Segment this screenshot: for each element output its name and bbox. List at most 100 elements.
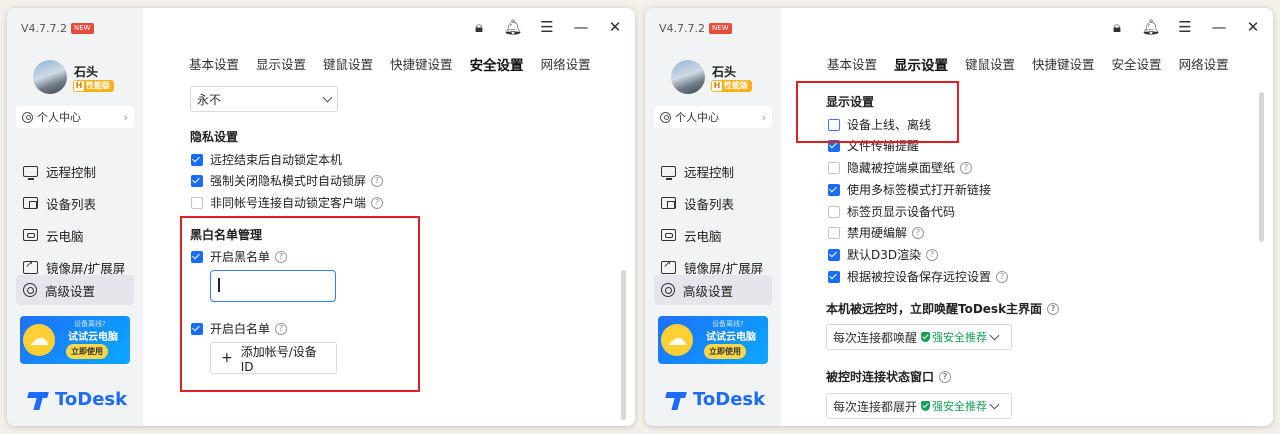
scrollbar[interactable] xyxy=(621,270,626,420)
nav-label: 云电脑 xyxy=(46,228,84,244)
tab-basic[interactable]: 基本设置 xyxy=(189,54,239,74)
tab-basic[interactable]: 基本设置 xyxy=(827,54,877,74)
bell-icon[interactable]: 🔔︎ xyxy=(503,18,523,36)
nav-cloud-pc[interactable]: 云电脑 xyxy=(654,220,772,250)
checkbox-unchecked[interactable] xyxy=(191,196,203,209)
wake-title: 本机被远控时，立即唤醒ToDesk主界面 xyxy=(826,302,1043,316)
checkbox-multi-tab[interactable]: 使用多标签模式打开新链接 xyxy=(828,181,991,198)
nav-advanced-settings[interactable]: 高级设置 xyxy=(654,275,772,305)
tab-display[interactable]: 显示设置 xyxy=(256,54,306,74)
checkbox-d3d-render[interactable]: 默认D3D渲染? xyxy=(828,246,939,263)
help-icon[interactable]: ? xyxy=(371,174,384,187)
tab-security[interactable]: 安全设置 xyxy=(1112,54,1162,74)
scrollbar[interactable] xyxy=(1259,92,1264,242)
status-window-select[interactable]: 每次连接都展开 强安全推荐 xyxy=(826,393,1012,419)
checkbox-lock-on-privacy-off[interactable]: 强制关闭隐私模式时自动锁屏? xyxy=(191,172,384,189)
checkbox-checked[interactable] xyxy=(828,248,840,261)
tab-display[interactable]: 显示设置 xyxy=(894,54,948,74)
minimize-icon[interactable]: — xyxy=(571,18,591,36)
checkbox-label: 标签页显示设备代码 xyxy=(847,205,956,219)
plan-badge: H 性能版 xyxy=(73,80,114,92)
help-icon[interactable]: ? xyxy=(1047,302,1060,315)
tab-network[interactable]: 网络设置 xyxy=(541,54,591,74)
cloud-pc-ad-banner[interactable]: 设备离线? 试试云电脑 立即使用 xyxy=(20,316,130,364)
ad-line2: 试试云电脑 xyxy=(706,332,756,343)
lock-icon[interactable]: 🔒︎ xyxy=(1107,18,1127,36)
ad-use-now-button[interactable]: 立即使用 xyxy=(66,344,108,359)
checkbox-unchecked[interactable] xyxy=(828,205,840,218)
plan-badge: H 性能版 xyxy=(711,80,752,92)
nav-device-list[interactable]: 设备列表 xyxy=(654,188,772,218)
personal-center-label: 个人中心 xyxy=(37,111,81,124)
tab-shortcuts[interactable]: 快捷键设置 xyxy=(1032,54,1095,74)
checkbox-checked[interactable] xyxy=(828,270,840,283)
sidebar: V4.7.7.2 NEW 石头 H 性能版 个人中心 › 远程控制 设备列表 云… xyxy=(645,8,781,426)
tab-keyboard-mouse[interactable]: 键鼠设置 xyxy=(965,54,1015,74)
minimize-icon[interactable]: — xyxy=(1209,18,1229,36)
help-icon[interactable]: ? xyxy=(960,161,973,174)
avatar[interactable] xyxy=(671,60,705,94)
plan-badge-h: H xyxy=(712,81,722,91)
checkbox-lock-after-remote[interactable]: 远控结束后自动锁定本机 xyxy=(191,151,342,168)
cloud-icon xyxy=(23,324,55,356)
checkbox-label: 非同帐号连接自动锁定客户端 xyxy=(210,196,367,210)
tab-network[interactable]: 网络设置 xyxy=(1179,54,1229,74)
tab-security[interactable]: 安全设置 xyxy=(470,54,524,74)
cloud-icon xyxy=(661,324,693,356)
checkbox-checked[interactable] xyxy=(191,153,203,166)
monitor-icon xyxy=(661,165,676,180)
nav-remote-control[interactable]: 远程控制 xyxy=(16,156,134,186)
settings-content: 🔒︎ 🔔︎ ☰ — ✕ 基本设置 显示设置 键鼠设置 快捷键设置 安全设置 网络… xyxy=(781,8,1273,426)
help-icon[interactable]: ? xyxy=(939,370,952,383)
settings-content: 🔒︎ 🔔︎ ☰ — ✕ 基本设置 显示设置 键鼠设置 快捷键设置 安全设置 网络… xyxy=(143,8,635,426)
personal-center-button[interactable]: 个人中心 › xyxy=(16,106,134,128)
tab-shortcuts[interactable]: 快捷键设置 xyxy=(390,54,453,74)
checkbox-disable-hw-decode[interactable]: 禁用硬编解? xyxy=(828,224,925,241)
nav-advanced-settings[interactable]: 高级设置 xyxy=(16,275,134,305)
tab-keyboard-mouse[interactable]: 键鼠设置 xyxy=(323,54,373,74)
help-icon[interactable]: ? xyxy=(912,226,925,239)
nav-label: 设备列表 xyxy=(46,196,97,212)
checkbox-label: 远控结束后自动锁定本机 xyxy=(210,153,343,167)
todesk-logo-icon xyxy=(28,390,50,410)
checkbox-hide-wallpaper[interactable]: 隐藏被控端桌面壁纸? xyxy=(828,159,973,176)
version-text: V4.7.7.2 xyxy=(659,22,706,35)
personal-center-button[interactable]: 个人中心 › xyxy=(654,106,772,128)
window-controls: 🔒︎ 🔔︎ ☰ — ✕ xyxy=(469,18,625,36)
settings-window-security: V4.7.7.2 NEW 石头 H 性能版 个人中心 › 远程控制 设备列表 云… xyxy=(7,8,635,426)
checkbox-checked[interactable] xyxy=(828,183,840,196)
bell-icon[interactable]: 🔔︎ xyxy=(1141,18,1161,36)
checkbox-save-remote-settings[interactable]: 根据被控设备保存远控设置? xyxy=(828,268,1009,285)
cloud-pc-ad-banner[interactable]: 设备离线? 试试云电脑 立即使用 xyxy=(658,316,768,364)
user-name: 石头 xyxy=(712,65,737,79)
wake-select[interactable]: 每次连接都唤醒 强安全推荐 xyxy=(826,324,1012,350)
lock-icon[interactable]: 🔒︎ xyxy=(469,18,489,36)
help-icon[interactable]: ? xyxy=(371,196,384,209)
nav-device-list[interactable]: 设备列表 xyxy=(16,188,134,218)
nav-cloud-pc[interactable]: 云电脑 xyxy=(16,220,134,250)
chevron-right-icon: › xyxy=(123,110,128,124)
checkbox-checked[interactable] xyxy=(191,174,203,187)
close-icon[interactable]: ✕ xyxy=(605,18,625,36)
checkbox-unchecked[interactable] xyxy=(828,161,840,174)
wake-select-value: 每次连接都唤醒 xyxy=(833,330,918,345)
menu-icon[interactable]: ☰ xyxy=(537,18,557,36)
recommend-tag: 强安全推荐 xyxy=(921,398,987,414)
menu-icon[interactable]: ☰ xyxy=(1175,18,1195,36)
mirror-screen-icon xyxy=(23,259,38,274)
help-icon[interactable]: ? xyxy=(996,270,1009,283)
help-icon[interactable]: ? xyxy=(926,248,939,261)
close-icon[interactable]: ✕ xyxy=(1243,18,1263,36)
checkbox-tab-device-code[interactable]: 标签页显示设备代码 xyxy=(828,203,955,220)
checkbox-lock-other-account[interactable]: 非同帐号连接自动锁定客户端? xyxy=(191,194,384,211)
ad-use-now-button[interactable]: 立即使用 xyxy=(704,344,746,359)
lock-time-select[interactable]: 永不 xyxy=(190,86,338,112)
settings-window-display: V4.7.7.2 NEW 石头 H 性能版 个人中心 › 远程控制 设备列表 云… xyxy=(645,8,1273,426)
settings-tabs: 基本设置 显示设置 键鼠设置 快捷键设置 安全设置 网络设置 xyxy=(189,54,591,74)
checkbox-unchecked[interactable] xyxy=(828,226,840,239)
avatar[interactable] xyxy=(33,60,67,94)
nav-remote-control[interactable]: 远程控制 xyxy=(654,156,772,186)
nav-label: 远程控制 xyxy=(46,164,97,180)
checkbox-label: 禁用硬编解 xyxy=(847,226,908,240)
user-icon xyxy=(22,111,33,123)
